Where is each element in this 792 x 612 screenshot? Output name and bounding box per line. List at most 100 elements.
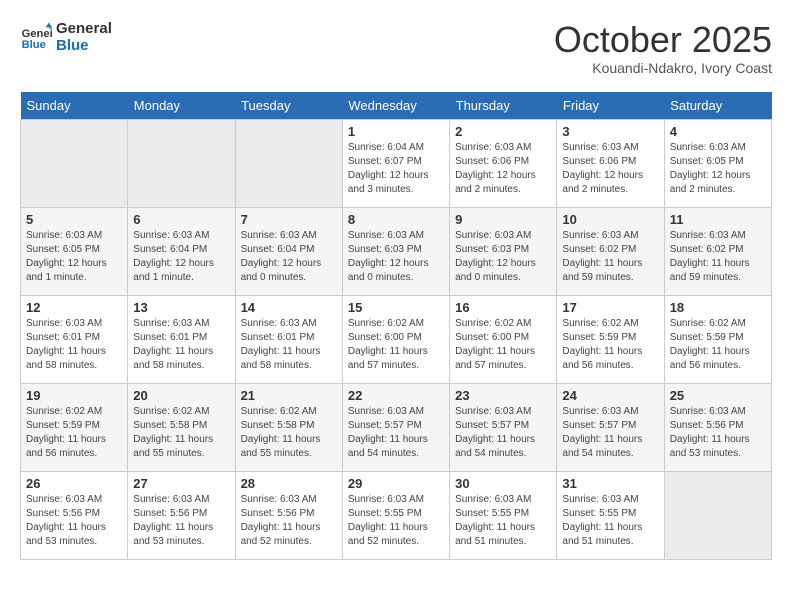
day-detail: Sunrise: 6:02 AM Sunset: 5:58 PM Dayligh… [133, 405, 229, 461]
header-monday: Monday [128, 92, 235, 120]
calendar-body: 1Sunrise: 6:04 AM Sunset: 6:07 PM Daylig… [21, 119, 772, 559]
day-number: 16 [455, 300, 551, 315]
week-row-3: 12 Sunrise: 6:03 AM Sunset: 6:01 PM Dayli… [21, 295, 772, 383]
day-detail: Sunrise: 6:03 AM Sunset: 6:03 PM Dayligh… [348, 229, 444, 285]
day-number: 13 [133, 300, 229, 315]
day-number: 12 [26, 300, 122, 315]
logo-icon: General Blue [20, 21, 52, 53]
day-detail: Sunrise: 6:03 AM Sunset: 6:03 PM Dayligh… [455, 229, 551, 285]
day-detail: Sunrise: 6:03 AM Sunset: 5:56 PM Dayligh… [670, 405, 766, 461]
calendar-cell: 7Sunrise: 6:03 AM Sunset: 6:04 PM Daylig… [235, 207, 342, 295]
day-number: 3 [562, 124, 658, 139]
calendar-cell: 1Sunrise: 6:04 AM Sunset: 6:07 PM Daylig… [342, 119, 449, 207]
day-detail: Sunrise: 6:02 AM Sunset: 6:00 PM Dayligh… [455, 317, 551, 373]
day-detail: Sunrise: 6:03 AM Sunset: 6:05 PM Dayligh… [26, 229, 122, 285]
calendar-cell: 27 Sunrise: 6:03 AM Sunset: 5:56 PM Dayli… [128, 471, 235, 559]
page-header: General Blue General Blue October 2025 K… [20, 20, 772, 76]
calendar-cell [664, 471, 771, 559]
day-number: 6 [133, 212, 229, 227]
day-number: 29 [348, 476, 444, 491]
day-number: 14 [241, 300, 337, 315]
day-number: 11 [670, 212, 766, 227]
day-number: 30 [455, 476, 551, 491]
day-number: 28 [241, 476, 337, 491]
day-number: 18 [670, 300, 766, 315]
header-sunday: Sunday [21, 92, 128, 120]
day-number: 24 [562, 388, 658, 403]
calendar-cell: 5 Sunrise: 6:03 AM Sunset: 6:05 PM Daylig… [21, 207, 128, 295]
calendar-cell: 4 Sunrise: 6:03 AM Sunset: 6:05 PM Daylig… [664, 119, 771, 207]
day-detail: Sunrise: 6:03 AM Sunset: 6:01 PM Dayligh… [26, 317, 122, 373]
day-number: 21 [241, 388, 337, 403]
calendar-cell: 21Sunrise: 6:02 AM Sunset: 5:58 PM Dayli… [235, 383, 342, 471]
calendar-cell: 13 Sunrise: 6:03 AM Sunset: 6:01 PM Dayli… [128, 295, 235, 383]
day-number: 23 [455, 388, 551, 403]
title-block: October 2025 Kouandi-Ndakro, Ivory Coast [554, 20, 772, 76]
day-detail: Sunrise: 6:03 AM Sunset: 5:55 PM Dayligh… [455, 493, 551, 549]
header-row: SundayMondayTuesdayWednesdayThursdayFrid… [21, 92, 772, 120]
calendar-cell: 31 Sunrise: 6:03 AM Sunset: 5:55 PM Dayli… [557, 471, 664, 559]
calendar-cell: 23 Sunrise: 6:03 AM Sunset: 5:57 PM Dayli… [450, 383, 557, 471]
week-row-5: 26Sunrise: 6:03 AM Sunset: 5:56 PM Dayli… [21, 471, 772, 559]
calendar-cell: 6 Sunrise: 6:03 AM Sunset: 6:04 PM Daylig… [128, 207, 235, 295]
calendar-cell: 8Sunrise: 6:03 AM Sunset: 6:03 PM Daylig… [342, 207, 449, 295]
day-detail: Sunrise: 6:03 AM Sunset: 5:56 PM Dayligh… [26, 493, 122, 549]
day-detail: Sunrise: 6:03 AM Sunset: 5:55 PM Dayligh… [562, 493, 658, 549]
day-detail: Sunrise: 6:03 AM Sunset: 5:57 PM Dayligh… [455, 405, 551, 461]
calendar-cell: 16 Sunrise: 6:02 AM Sunset: 6:00 PM Dayli… [450, 295, 557, 383]
day-number: 7 [241, 212, 337, 227]
calendar-cell: 26Sunrise: 6:03 AM Sunset: 5:56 PM Dayli… [21, 471, 128, 559]
calendar-cell: 11Sunrise: 6:03 AM Sunset: 6:02 PM Dayli… [664, 207, 771, 295]
day-number: 2 [455, 124, 551, 139]
calendar-cell: 15 Sunrise: 6:02 AM Sunset: 6:00 PM Dayli… [342, 295, 449, 383]
day-number: 4 [670, 124, 766, 139]
day-detail: Sunrise: 6:03 AM Sunset: 5:57 PM Dayligh… [562, 405, 658, 461]
logo: General Blue General Blue [20, 20, 112, 54]
month-title: October 2025 [554, 20, 772, 60]
day-detail: Sunrise: 6:03 AM Sunset: 5:56 PM Dayligh… [241, 493, 337, 549]
day-detail: Sunrise: 6:03 AM Sunset: 5:56 PM Dayligh… [133, 493, 229, 549]
day-number: 31 [562, 476, 658, 491]
day-detail: Sunrise: 6:03 AM Sunset: 6:06 PM Dayligh… [455, 141, 551, 197]
calendar-cell: 14 Sunrise: 6:03 AM Sunset: 6:01 PM Dayli… [235, 295, 342, 383]
calendar-cell: 25 Sunrise: 6:03 AM Sunset: 5:56 PM Dayli… [664, 383, 771, 471]
calendar-cell: 3 Sunrise: 6:03 AM Sunset: 6:06 PM Daylig… [557, 119, 664, 207]
day-number: 19 [26, 388, 122, 403]
day-detail: Sunrise: 6:03 AM Sunset: 6:06 PM Dayligh… [562, 141, 658, 197]
logo-blue: Blue [56, 37, 112, 54]
day-number: 25 [670, 388, 766, 403]
day-number: 5 [26, 212, 122, 227]
day-detail: Sunrise: 6:02 AM Sunset: 6:00 PM Dayligh… [348, 317, 444, 373]
svg-text:General: General [22, 28, 52, 40]
day-number: 1 [348, 124, 444, 139]
svg-text:Blue: Blue [22, 39, 46, 51]
day-detail: Sunrise: 6:03 AM Sunset: 6:01 PM Dayligh… [241, 317, 337, 373]
week-row-4: 19 Sunrise: 6:02 AM Sunset: 5:59 PM Dayli… [21, 383, 772, 471]
header-thursday: Thursday [450, 92, 557, 120]
header-saturday: Saturday [664, 92, 771, 120]
calendar-cell: 29 Sunrise: 6:03 AM Sunset: 5:55 PM Dayli… [342, 471, 449, 559]
week-row-2: 5 Sunrise: 6:03 AM Sunset: 6:05 PM Daylig… [21, 207, 772, 295]
day-detail: Sunrise: 6:02 AM Sunset: 5:59 PM Dayligh… [26, 405, 122, 461]
day-number: 15 [348, 300, 444, 315]
day-detail: Sunrise: 6:03 AM Sunset: 6:05 PM Dayligh… [670, 141, 766, 197]
day-number: 27 [133, 476, 229, 491]
day-detail: Sunrise: 6:02 AM Sunset: 5:59 PM Dayligh… [562, 317, 658, 373]
calendar-cell: 19 Sunrise: 6:02 AM Sunset: 5:59 PM Dayli… [21, 383, 128, 471]
day-detail: Sunrise: 6:03 AM Sunset: 5:55 PM Dayligh… [348, 493, 444, 549]
calendar-cell: 30 Sunrise: 6:03 AM Sunset: 5:55 PM Dayli… [450, 471, 557, 559]
calendar-cell: 9Sunrise: 6:03 AM Sunset: 6:03 PM Daylig… [450, 207, 557, 295]
day-detail: Sunrise: 6:02 AM Sunset: 5:59 PM Dayligh… [670, 317, 766, 373]
logo-general: General [56, 20, 112, 37]
day-detail: Sunrise: 6:03 AM Sunset: 6:04 PM Dayligh… [133, 229, 229, 285]
day-detail: Sunrise: 6:03 AM Sunset: 6:01 PM Dayligh… [133, 317, 229, 373]
calendar-cell: 10Sunrise: 6:03 AM Sunset: 6:02 PM Dayli… [557, 207, 664, 295]
calendar-cell: 2 Sunrise: 6:03 AM Sunset: 6:06 PM Daylig… [450, 119, 557, 207]
header-tuesday: Tuesday [235, 92, 342, 120]
day-number: 17 [562, 300, 658, 315]
calendar-cell: 28 Sunrise: 6:03 AM Sunset: 5:56 PM Dayli… [235, 471, 342, 559]
calendar-cell: 24 Sunrise: 6:03 AM Sunset: 5:57 PM Dayli… [557, 383, 664, 471]
day-number: 20 [133, 388, 229, 403]
calendar-cell [21, 119, 128, 207]
day-detail: Sunrise: 6:03 AM Sunset: 6:02 PM Dayligh… [562, 229, 658, 285]
